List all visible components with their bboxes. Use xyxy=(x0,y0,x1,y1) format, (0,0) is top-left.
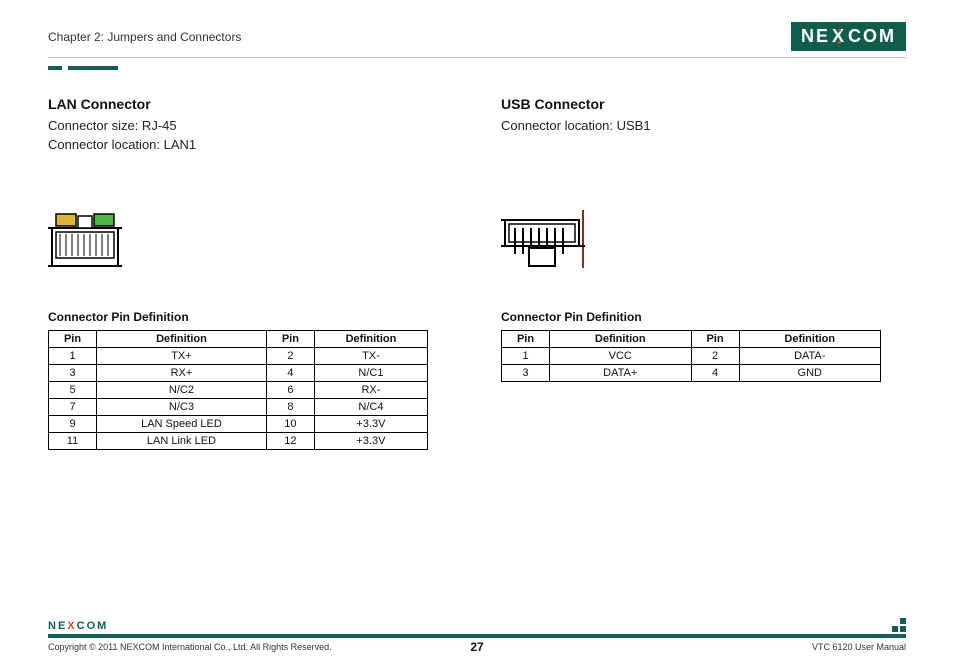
page-number: 27 xyxy=(0,640,954,654)
footer-nexcom-logo: NEXCOM xyxy=(48,620,108,632)
th-def: Definition xyxy=(739,331,881,348)
th-pin: Pin xyxy=(266,331,314,348)
lan-size: Connector size: RJ-45 xyxy=(48,118,453,133)
th-def: Definition xyxy=(314,331,427,348)
table-row: 3RX+4N/C1 xyxy=(49,365,428,382)
table-row: 9LAN Speed LED10+3.3V xyxy=(49,416,428,433)
accent-stripe xyxy=(48,66,906,70)
table-header-row: Pin Definition Pin Definition xyxy=(502,331,881,348)
rj45-connector-icon xyxy=(48,180,453,270)
table-row: 7N/C38N/C4 xyxy=(49,399,428,416)
table-row: 5N/C26RX- xyxy=(49,382,428,399)
usb-pin-table: Pin Definition Pin Definition 1VCC2DATA-… xyxy=(501,330,881,382)
logo-left: NE xyxy=(801,26,830,47)
th-pin: Pin xyxy=(691,331,739,348)
table-header-row: Pin Definition Pin Definition xyxy=(49,331,428,348)
lan-connector-section: LAN Connector Connector size: RJ-45 Conn… xyxy=(48,96,453,450)
logo-x-icon: X xyxy=(830,26,848,47)
usb-table-title: Connector Pin Definition xyxy=(501,310,906,324)
table-row: 11LAN Link LED12+3.3V xyxy=(49,433,428,450)
usb-connector-section: USB Connector Connector location: USB1 xyxy=(501,96,906,450)
header-divider xyxy=(48,57,906,58)
th-def: Definition xyxy=(97,331,267,348)
footer-squares-icon xyxy=(892,618,906,632)
th-pin: Pin xyxy=(49,331,97,348)
th-def: Definition xyxy=(550,331,692,348)
lan-location: Connector location: LAN1 xyxy=(48,137,453,152)
usb-location: Connector location: USB1 xyxy=(501,118,906,133)
usb-title: USB Connector xyxy=(501,96,906,112)
logo-right: COM xyxy=(848,26,896,47)
table-row: 1TX+2TX- xyxy=(49,348,428,365)
usb-connector-icon xyxy=(501,180,906,270)
manual-name: VTC 6120 User Manual xyxy=(812,642,906,652)
lan-pin-table: Pin Definition Pin Definition 1TX+2TX- 3… xyxy=(48,330,428,450)
lan-title: LAN Connector xyxy=(48,96,453,112)
nexcom-logo: NEXCOM xyxy=(791,22,906,51)
footer-bar xyxy=(48,634,906,638)
table-row: 3DATA+4GND xyxy=(502,365,881,382)
lan-table-title: Connector Pin Definition xyxy=(48,310,453,324)
th-pin: Pin xyxy=(502,331,550,348)
table-row: 1VCC2DATA- xyxy=(502,348,881,365)
chapter-title: Chapter 2: Jumpers and Connectors xyxy=(48,30,241,44)
